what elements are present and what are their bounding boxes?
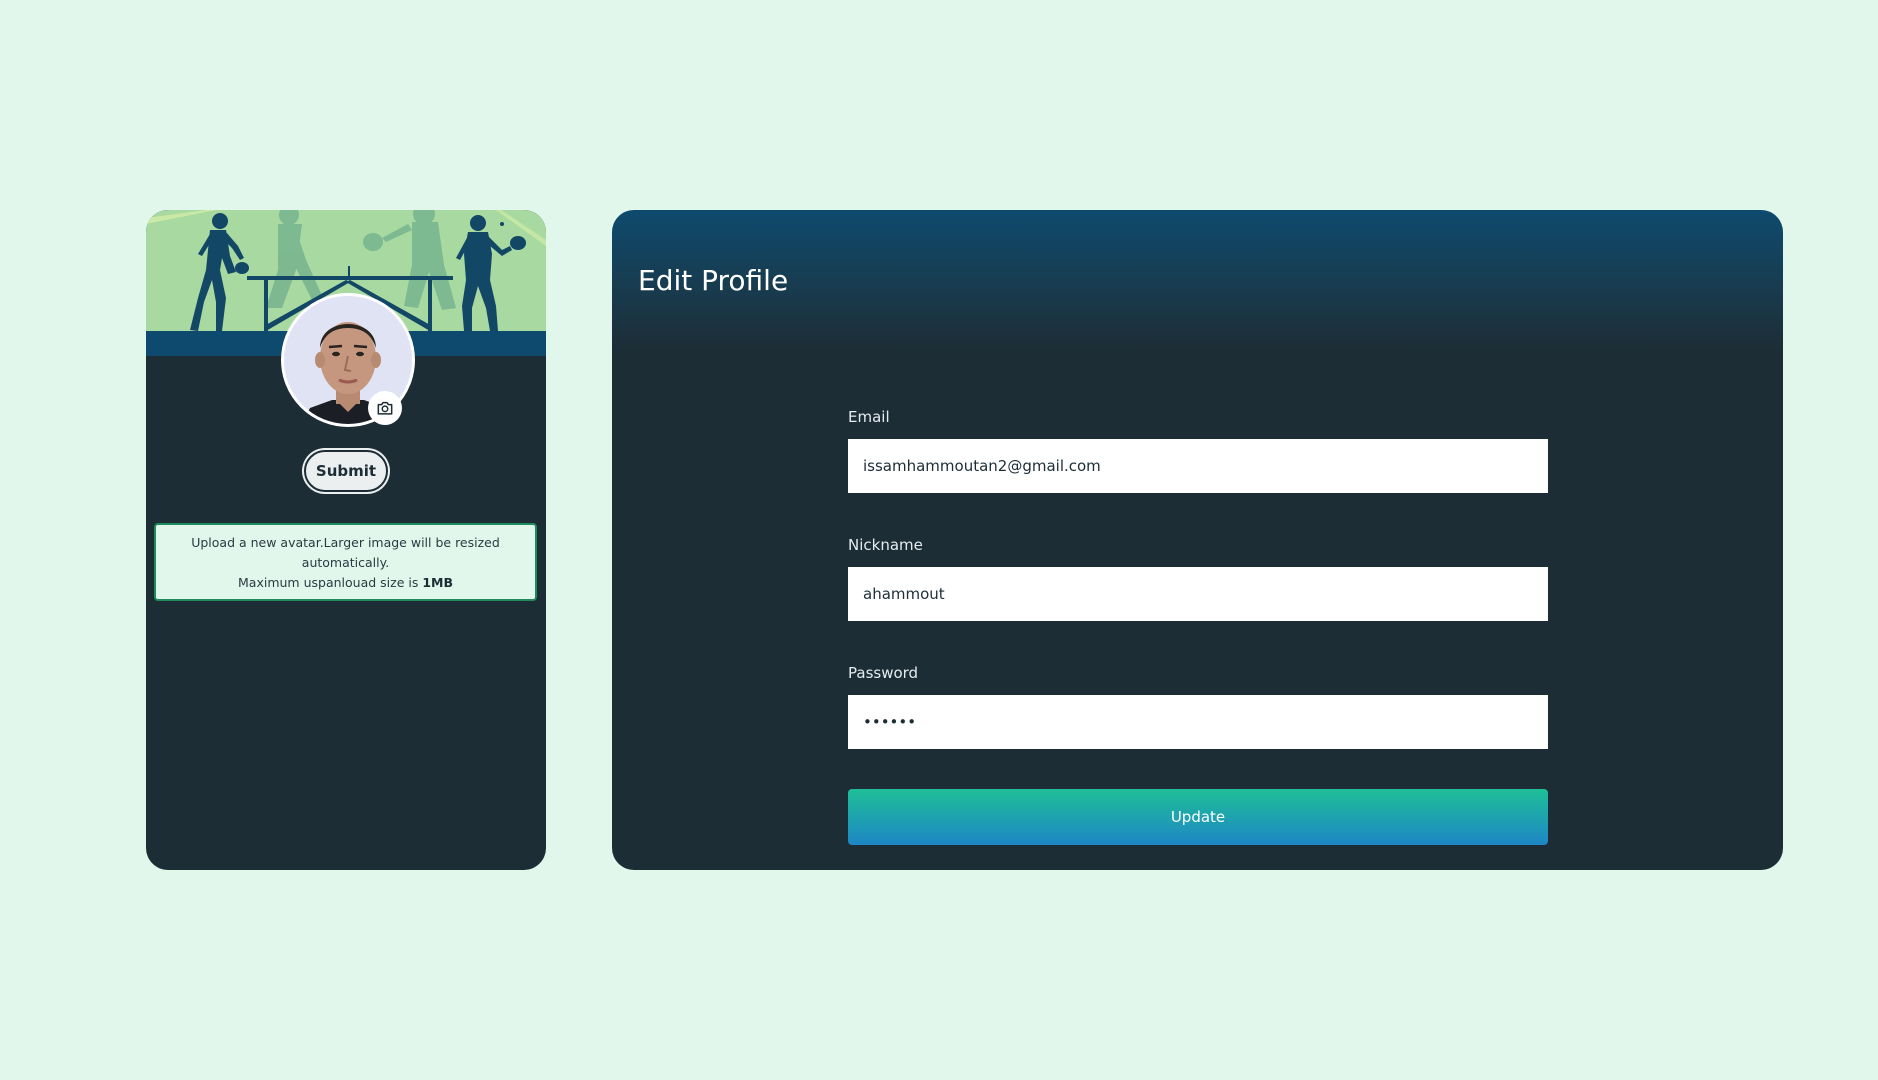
upload-size-label: Maximum uspanlouad size is (238, 575, 423, 590)
nickname-field[interactable] (848, 567, 1548, 621)
upload-size-info: Maximum uspanlouad size is 1MB (156, 573, 535, 593)
upload-info-box: Upload a new avatar.Larger image will be… (154, 523, 537, 601)
password-label: Password (848, 664, 919, 682)
nickname-label: Nickname (848, 536, 923, 554)
email-field[interactable] (848, 439, 1548, 493)
upload-avatar-button[interactable] (368, 391, 402, 425)
update-button[interactable]: Update (848, 789, 1548, 845)
avatar-card: Submit Upload a new avatar.Larger image … (146, 210, 546, 870)
page-title: Edit Profile (638, 264, 789, 297)
upload-info-text: Upload a new avatar.Larger image will be… (191, 535, 500, 570)
email-label: Email (848, 408, 890, 426)
edit-profile-card: Edit Profile Email Nickname Password Upd… (612, 210, 1783, 870)
upload-size-value: 1MB (422, 575, 453, 590)
camera-icon (377, 401, 393, 415)
password-field[interactable] (848, 695, 1548, 749)
submit-button[interactable]: Submit (304, 450, 388, 492)
